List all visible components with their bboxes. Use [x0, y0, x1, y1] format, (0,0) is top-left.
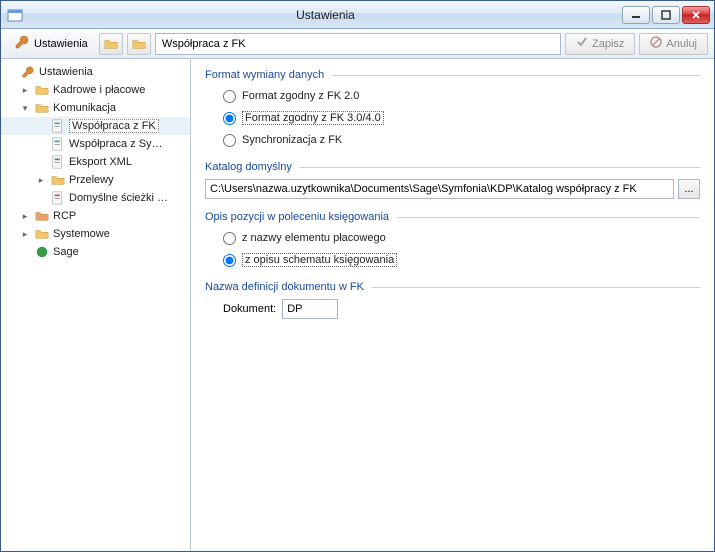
tree-item-label: Domyślne ścieżki …: [69, 192, 168, 204]
chevron-right-icon[interactable]: ▸: [19, 211, 31, 222]
group-dokument-title: Nazwa definicji dokumentu w FK: [205, 281, 364, 293]
tree-item-label: Komunikacja: [53, 102, 116, 114]
dokument-label: Dokument:: [223, 303, 276, 315]
browse-button[interactable]: ...: [678, 179, 700, 199]
tree-item[interactable]: Współpraca z FK: [1, 117, 190, 135]
cancel-button-label: Anuluj: [666, 38, 697, 50]
radio-option[interactable]: Format zgodny z FK 3.0/4.0: [223, 109, 700, 127]
breadcrumb-input[interactable]: [155, 33, 561, 55]
window-title: Ustawienia: [29, 8, 622, 22]
dokument-input[interactable]: [282, 299, 338, 319]
tree-item[interactable]: ▸ Kadrowe i płacowe: [1, 81, 190, 99]
settings-content: Format wymiany danych Format zgodny z FK…: [191, 59, 714, 551]
toolbar: Ustawienia Zapisz Anuluj: [1, 29, 714, 59]
radio-label: Format zgodny z FK 3.0/4.0: [242, 111, 384, 125]
cancel-icon: [650, 36, 662, 51]
tree-item[interactable]: Współpraca z Sy…: [1, 135, 190, 153]
toolbar-title: Ustawienia: [7, 31, 95, 56]
group-opis-title: Opis pozycji w poleceniu księgowania: [205, 211, 389, 223]
folder-icon: [50, 172, 66, 188]
tree-item-label: Systemowe: [53, 228, 110, 240]
radio-input[interactable]: [223, 112, 236, 125]
divider: [372, 287, 700, 288]
divider: [300, 167, 700, 168]
tree-item[interactable]: ▾ Komunikacja: [1, 99, 190, 117]
tree-root[interactable]: Ustawienia: [1, 63, 190, 81]
doc-red-icon: [50, 190, 66, 206]
radio-label: z nazwy elementu płacowego: [242, 232, 386, 244]
chevron-down-icon[interactable]: ▾: [19, 103, 31, 114]
sage-icon: [34, 244, 50, 260]
radio-input[interactable]: [223, 134, 236, 147]
tree-item[interactable]: ▸ RCP: [1, 207, 190, 225]
app-icon: [7, 7, 23, 23]
divider: [332, 75, 700, 76]
nav-folder-button-2[interactable]: [127, 33, 151, 55]
chevron-right-icon[interactable]: ▸: [19, 229, 31, 240]
group-opis: Opis pozycji w poleceniu księgowania z n…: [205, 211, 700, 269]
close-button[interactable]: [682, 6, 710, 24]
tree-item-label: Przelewy: [69, 174, 114, 186]
group-katalog-title: Katalog domyślny: [205, 161, 292, 173]
folder-icon: [34, 82, 50, 98]
settings-tree[interactable]: Ustawienia ▸ Kadrowe i płacowe ▾ Komunikacj…: [1, 59, 191, 551]
tree-item-label: Kadrowe i płacowe: [53, 84, 145, 96]
radio-input[interactable]: [223, 232, 236, 245]
folder-red-icon: [34, 208, 50, 224]
settings-window: Ustawienia Ustawienia Zapisz Anuluj: [0, 0, 715, 552]
cancel-button[interactable]: Anuluj: [639, 33, 708, 55]
doc-green-icon: [50, 118, 66, 134]
wrench-icon: [14, 34, 30, 53]
group-format: Format wymiany danych Format zgodny z FK…: [205, 69, 700, 149]
tree-item[interactable]: ▸ Systemowe: [1, 225, 190, 243]
titlebar: Ustawienia: [1, 1, 714, 29]
folder-icon: [34, 226, 50, 242]
tree-item[interactable]: Sage: [1, 243, 190, 261]
minimize-button[interactable]: [622, 6, 650, 24]
tree-root-label: Ustawienia: [39, 66, 93, 78]
main-split: Ustawienia ▸ Kadrowe i płacowe ▾ Komunikacj…: [1, 59, 714, 551]
group-format-title: Format wymiany danych: [205, 69, 324, 81]
radio-label: z opisu schematu księgowania: [242, 253, 397, 267]
tree-item[interactable]: Domyślne ścieżki …: [1, 189, 190, 207]
tree-item[interactable]: ▸ Przelewy: [1, 171, 190, 189]
radio-option[interactable]: z nazwy elementu płacowego: [223, 229, 700, 247]
radio-input[interactable]: [223, 90, 236, 103]
save-button[interactable]: Zapisz: [565, 33, 635, 55]
radio-input[interactable]: [223, 254, 236, 267]
tree-item-label: Współpraca z FK: [69, 119, 159, 133]
radio-option[interactable]: Format zgodny z FK 2.0: [223, 87, 700, 105]
doc-blue-icon: [50, 154, 66, 170]
tree-item-label: Eksport XML: [69, 156, 132, 168]
radio-option[interactable]: z opisu schematu księgowania: [223, 251, 700, 269]
folder-icon: [34, 100, 50, 116]
toolbar-title-text: Ustawienia: [34, 38, 88, 50]
save-button-label: Zapisz: [592, 38, 624, 50]
chevron-right-icon[interactable]: ▸: [35, 175, 47, 186]
chevron-right-icon[interactable]: ▸: [19, 85, 31, 96]
tree-item-label: Sage: [53, 246, 79, 258]
tree-item-label: Współpraca z Sy…: [69, 138, 163, 150]
group-katalog: Katalog domyślny ...: [205, 161, 700, 199]
nav-folder-button-1[interactable]: [99, 33, 123, 55]
wrench-icon: [20, 64, 36, 80]
group-dokument: Nazwa definicji dokumentu w FK Dokument:: [205, 281, 700, 319]
radio-label: Format zgodny z FK 2.0: [242, 90, 359, 102]
doc-green-icon: [50, 136, 66, 152]
check-icon: [576, 36, 588, 51]
divider: [397, 217, 700, 218]
window-buttons: [622, 6, 710, 24]
maximize-button[interactable]: [652, 6, 680, 24]
tree-item-label: RCP: [53, 210, 76, 222]
default-path-input[interactable]: [205, 179, 674, 199]
radio-label: Synchronizacja z FK: [242, 134, 342, 146]
radio-option[interactable]: Synchronizacja z FK: [223, 131, 700, 149]
tree-item[interactable]: Eksport XML: [1, 153, 190, 171]
